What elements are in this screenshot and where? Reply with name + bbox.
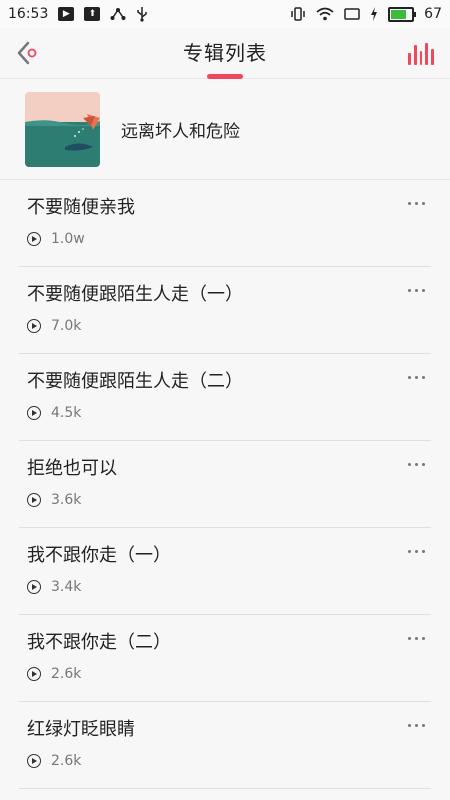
play-notification-icon: ▶ (58, 7, 75, 21)
track-item[interactable]: 不要随便跟陌生人走（二） 4.5k (19, 354, 431, 441)
status-right: 67 (290, 6, 442, 22)
track-item[interactable]: 拒绝也可以 3.6k (19, 441, 431, 528)
page-title: 专辑列表 (183, 41, 267, 65)
track-item[interactable]: 不要随便跟陌生人走（一） 7.0k (19, 267, 431, 354)
screen-icon (344, 7, 360, 21)
track-title: 我不跟你走（一） (27, 545, 171, 566)
battery-level: 67 (424, 6, 442, 22)
track-title: 不要随便跟陌生人走（二） (27, 371, 243, 392)
battery-icon (388, 6, 417, 22)
more-options-button[interactable] (403, 457, 429, 471)
track-title: 拒绝也可以 (27, 458, 117, 479)
play-count-row: 1.0w (27, 231, 85, 247)
track-title: 红绿灯眨眼睛 (27, 719, 135, 740)
play-icon (27, 754, 41, 768)
play-icon (27, 319, 41, 333)
album-cover (25, 91, 100, 167)
track-title: 不要随便跟陌生人走（一） (27, 284, 243, 305)
play-count-row: 3.6k (27, 492, 81, 508)
play-icon (27, 232, 41, 246)
album-header[interactable]: 远离坏人和危险 (0, 79, 450, 180)
equalizer-bar (419, 51, 423, 65)
track-list: 不要随便亲我 1.0w 不要随便跟陌生人走（一） 7.0k 不要随便跟陌生人走（… (0, 180, 450, 789)
share-icon (110, 7, 126, 21)
track-item[interactable]: 我不跟你走（一） 3.4k (19, 528, 431, 615)
header: 专辑列表 (0, 28, 450, 79)
play-count: 4.5k (51, 405, 82, 421)
play-count: 3.4k (51, 579, 82, 595)
usb-icon (136, 6, 148, 22)
more-options-button[interactable] (403, 283, 429, 297)
charging-icon (370, 7, 378, 21)
track-item[interactable]: 不要随便亲我 1.0w (19, 180, 431, 267)
equalizer-bar (408, 53, 411, 65)
play-icon (27, 580, 41, 594)
play-count: 1.0w (51, 231, 85, 247)
track-item[interactable]: 我不跟你走（二） 2.6k (19, 615, 431, 702)
status-left: 16:53 ▶ ⬆ (8, 6, 148, 22)
more-options-button[interactable] (403, 370, 429, 384)
play-count-row: 7.0k (27, 318, 81, 334)
play-icon (27, 493, 41, 507)
play-count: 2.6k (51, 666, 82, 682)
play-icon (27, 667, 41, 681)
track-item[interactable]: 红绿灯眨眼睛 2.6k (19, 702, 431, 789)
play-icon (27, 406, 41, 420)
play-count-row: 2.6k (27, 666, 81, 682)
now-playing-button[interactable] (408, 41, 434, 65)
play-count-row: 2.6k (27, 753, 81, 769)
play-count: 3.6k (51, 492, 82, 508)
more-options-button[interactable] (403, 544, 429, 558)
status-bar: 16:53 ▶ ⬆ 67 (0, 0, 450, 28)
equalizer-bar (431, 49, 434, 65)
wifi-icon (316, 7, 334, 21)
more-options-button[interactable] (403, 718, 429, 732)
album-name: 远离坏人和危险 (121, 121, 240, 142)
track-title: 不要随便亲我 (27, 197, 135, 218)
equalizer-bar (425, 43, 429, 65)
track-title: 我不跟你走（二） (27, 632, 171, 653)
status-time: 16:53 (8, 6, 49, 22)
more-options-button[interactable] (403, 631, 429, 645)
more-options-button[interactable] (403, 196, 429, 210)
play-count: 2.6k (51, 753, 82, 769)
play-count-row: 4.5k (27, 405, 81, 421)
upload-icon: ⬆ (84, 7, 101, 21)
play-count-row: 3.4k (27, 579, 81, 595)
title-underline (207, 74, 243, 79)
play-count: 7.0k (51, 318, 82, 334)
vibrate-icon (290, 6, 306, 22)
equalizer-bar (413, 45, 417, 65)
